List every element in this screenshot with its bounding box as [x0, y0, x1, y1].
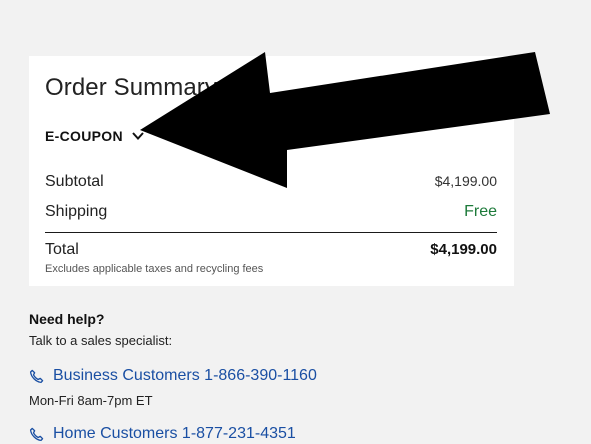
ecoupon-label: E-COUPON	[45, 128, 123, 144]
home-customers-link[interactable]: Home Customers 1-877-231-4351	[29, 425, 569, 443]
tax-note: Excludes applicable taxes and recycling …	[45, 263, 264, 275]
shipping-label: Shipping	[45, 203, 108, 220]
home-customers-label: Home Customers 1-877-231-4351	[53, 425, 296, 442]
chevron-down-icon	[131, 129, 145, 143]
business-customers-label: Business Customers 1-866-390-1160	[53, 367, 317, 384]
subtotal-value: $4,199.00	[434, 173, 497, 189]
total-value: $4,199.00	[430, 241, 497, 258]
shipping-value: Free	[464, 203, 497, 220]
help-section: Need help? Talk to a sales specialist: B…	[29, 311, 569, 443]
shipping-row: Shipping Free	[45, 203, 497, 221]
page: Order Summary E-COUPON Subtotal $4,199.0…	[0, 0, 591, 444]
total-row: Total $4,199.00	[45, 241, 497, 259]
total-divider	[45, 232, 497, 233]
total-label: Total	[45, 241, 79, 258]
order-summary-card: Order Summary E-COUPON Subtotal $4,199.0…	[29, 56, 514, 286]
order-summary-title: Order Summary	[45, 74, 217, 101]
phone-icon	[29, 369, 44, 384]
business-hours: Mon-Fri 8am-7pm ET	[29, 393, 153, 408]
help-title: Need help?	[29, 311, 105, 327]
help-subtitle: Talk to a sales specialist:	[29, 333, 173, 348]
ecoupon-toggle[interactable]: E-COUPON	[45, 128, 145, 144]
subtotal-row: Subtotal $4,199.00	[45, 173, 497, 191]
phone-icon	[29, 427, 44, 442]
business-customers-link[interactable]: Business Customers 1-866-390-1160	[29, 367, 569, 385]
subtotal-label: Subtotal	[45, 173, 104, 190]
